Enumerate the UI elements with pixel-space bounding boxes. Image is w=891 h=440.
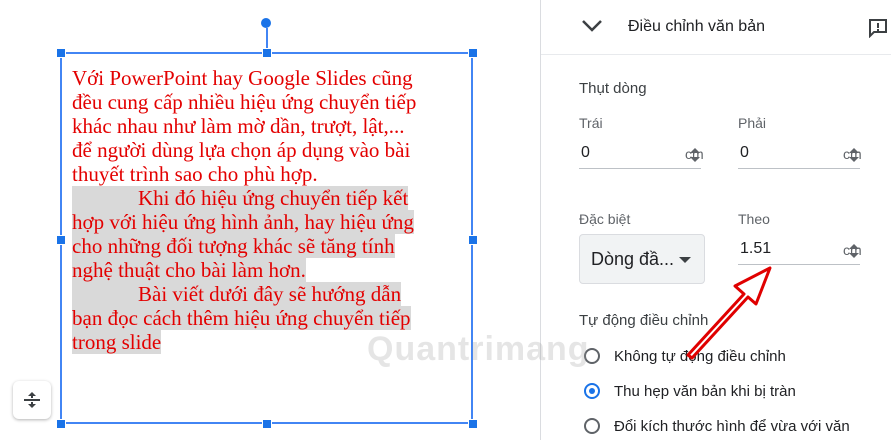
slide-canvas: Với PowerPoint hay Google Slides cũng đề…: [0, 0, 541, 440]
left-indent-label: Trái: [579, 115, 603, 131]
text-line-highlighted: Khi đó hiệu ứng chuyển tiếp kết: [72, 186, 409, 210]
indent-by-label: Theo: [738, 211, 770, 227]
text-line: Với PowerPoint hay Google Slides cũng: [72, 66, 413, 90]
text-line: đều cung cấp nhiều hiệu ứng chuyển tiếp: [72, 90, 417, 114]
chevron-down-icon[interactable]: [581, 18, 603, 34]
resize-handle-bottom-right[interactable]: [468, 419, 478, 429]
autofit-option-resize[interactable]: Đổi kích thước hình để vừa với văn: [584, 414, 850, 438]
right-indent-field[interactable]: [738, 140, 860, 169]
section-title[interactable]: Điều chỉnh văn bản: [628, 18, 765, 36]
text-line-highlighted: hợp với hiệu ứng hình ảnh, hay hiệu ứng: [72, 210, 414, 234]
indent-by-field[interactable]: [738, 236, 860, 265]
radio-label: Không tự động điều chỉnh: [614, 347, 786, 365]
special-indent-dropdown[interactable]: Dòng đầ...: [579, 234, 705, 284]
resize-handle-right[interactable]: [468, 235, 478, 245]
divider: [541, 54, 891, 55]
vertical-align-icon: [24, 392, 40, 408]
unit-label: cm: [843, 146, 862, 162]
resize-handle-bottom-left[interactable]: [56, 419, 66, 429]
radio-label: Thu hẹp văn bản khi bị tràn: [614, 382, 796, 400]
text-line-highlighted: trong slide: [72, 330, 162, 354]
resize-handle-bottom[interactable]: [262, 419, 272, 429]
comment-icon[interactable]: [868, 18, 888, 38]
left-indent-input[interactable]: [579, 140, 661, 166]
indent-title: Thụt dòng: [579, 80, 647, 97]
radio-button[interactable]: [584, 418, 600, 434]
unit-label: cm: [685, 146, 704, 162]
special-indent-value: Dòng đầ...: [591, 249, 675, 269]
text-line-highlighted: nghệ thuật cho bài làm hơn.: [72, 258, 306, 282]
vertical-align-button[interactable]: [13, 381, 51, 419]
resize-handle-top-right[interactable]: [468, 48, 478, 58]
left-indent-field[interactable]: [579, 140, 701, 169]
resize-handle-top[interactable]: [262, 48, 272, 58]
dropdown-caret-icon: [679, 257, 691, 263]
indent-by-input[interactable]: [738, 236, 820, 262]
text-line-highlighted: bạn đọc cách thêm hiệu ứng chuyển tiếp: [72, 306, 411, 330]
slide-text-body[interactable]: Với PowerPoint hay Google Slides cũng đề…: [72, 66, 462, 354]
unit-label: cm: [843, 242, 862, 258]
format-options-panel: Điều chỉnh văn bản Thụt dòng Trái cm Phả…: [541, 0, 891, 440]
resize-handle-top-left[interactable]: [56, 48, 66, 58]
text-line: để người dùng lựa chọn áp dụng vào bài: [72, 138, 411, 162]
autofit-title: Tự động điều chỉnh: [579, 312, 709, 329]
autofit-option-shrink[interactable]: Thu hẹp văn bản khi bị tràn: [584, 379, 796, 403]
radio-button-selected[interactable]: [584, 383, 600, 399]
rotation-handle[interactable]: [261, 18, 271, 28]
radio-label: Đổi kích thước hình để vừa với văn: [614, 417, 850, 435]
text-line-highlighted: cho những đối tượng khác sẽ tăng tính: [72, 234, 395, 258]
radio-button[interactable]: [584, 348, 600, 364]
right-indent-input[interactable]: [738, 140, 820, 166]
text-line: khác nhau như làm mờ dần, trượt, lật,...: [72, 114, 405, 138]
right-indent-label: Phải: [738, 115, 767, 131]
resize-handle-left[interactable]: [56, 235, 66, 245]
text-line-highlighted: Bài viết dưới đây sẽ hướng dẫn: [72, 282, 402, 306]
text-line: thuyết trình sao cho phù hợp.: [72, 162, 318, 186]
special-indent-label: Đặc biệt: [579, 211, 631, 227]
autofit-option-none[interactable]: Không tự động điều chỉnh: [584, 344, 786, 368]
